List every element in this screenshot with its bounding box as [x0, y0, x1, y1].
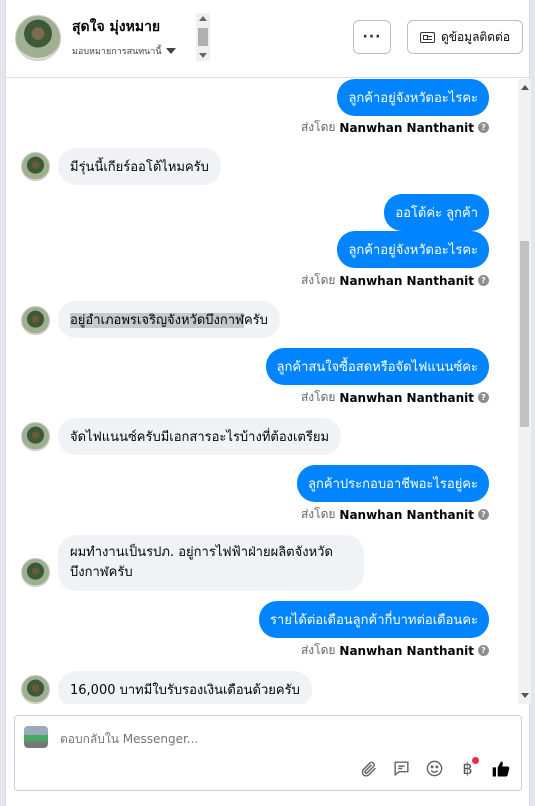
- thread-scrollbar[interactable]: [518, 79, 531, 704]
- outgoing-message[interactable]: ลูกค้าอยู่จังหวัดอะไรคะ: [337, 79, 489, 116]
- contact-card-icon: [419, 31, 435, 43]
- emoji-icon[interactable]: [424, 758, 445, 779]
- contact-message-avatar: [21, 152, 50, 181]
- reply-input[interactable]: [60, 732, 360, 746]
- highlighted-text: อยู่อำเภอพรเจริญจังหวัดบึงกาฬ: [70, 313, 244, 328]
- more-options-button[interactable]: ···: [353, 20, 391, 54]
- header-mini-scrollbar[interactable]: [196, 13, 210, 61]
- notification-dot: [472, 757, 479, 764]
- incoming-message[interactable]: 16,000 บาทมีใบรับรองเงินเดือนด้วยครับ: [58, 671, 312, 704]
- messenger-panel: สุดใจ มุ่งหมาย มอบหมายการสนทนานี้ ··· ดู…: [5, 0, 531, 806]
- assign-conversation-dropdown[interactable]: มอบหมายการสนทนานี้: [72, 44, 176, 58]
- sent-by-line: ส่งโดย Nanwhan Nanthanit ?: [301, 505, 489, 524]
- contact-message-avatar: [21, 422, 50, 451]
- scroll-up-arrow-icon[interactable]: [199, 16, 207, 21]
- sent-by-line: ส่งโดย Nanwhan Nanthanit ?: [301, 388, 489, 407]
- outgoing-message[interactable]: ลูกค้าประกอบอาชีพอะไรอยู่คะ: [297, 465, 489, 502]
- view-contact-info-label: ดูข้อมูลติดต่อ: [440, 29, 511, 44]
- assign-label: มอบหมายการสนทนานี้: [72, 47, 162, 57]
- sent-by-prefix: ส่งโดย: [300, 273, 336, 287]
- outgoing-message[interactable]: ออโต้ค่ะ ลูกค้า: [384, 194, 489, 231]
- sent-by-agent: Nanwhan Nanthanit: [339, 390, 474, 405]
- contact-message-avatar: [21, 558, 50, 587]
- outgoing-message[interactable]: รายได้ต่อเดือนลูกค้ากี่บาทต่อเดือนคะ: [258, 601, 489, 638]
- page-avatar: [24, 726, 48, 748]
- message-thread[interactable]: ลูกค้าอยู่จังหวัดอะไรคะ ส่งโดย Nanwhan N…: [6, 79, 517, 704]
- composer-toolbar: ฿: [358, 757, 511, 779]
- contact-message-avatar: [21, 306, 50, 335]
- attachment-icon[interactable]: [358, 758, 379, 779]
- sent-by-line: ส่งโดย Nanwhan Nanthanit ?: [301, 641, 489, 660]
- outgoing-message[interactable]: ลูกค้าอยู่จังหวัดอะไรคะ: [337, 231, 489, 268]
- message-text-rest: ครับ: [243, 313, 268, 328]
- incoming-message[interactable]: จัดไฟแนนซ์ครับมีเอกสารอะไรบ้างที่ต้องเตร…: [58, 418, 342, 455]
- scroll-up-arrow-icon[interactable]: [521, 85, 529, 90]
- sent-by-prefix: ส่งโดย: [300, 390, 336, 404]
- sent-by-prefix: ส่งโดย: [300, 507, 336, 521]
- incoming-message[interactable]: มีรุ่นนี้เกียร์ออโต้ไหมครับ: [58, 148, 221, 185]
- reply-composer: ฿: [14, 715, 522, 791]
- sent-by-prefix: ส่งโดย: [300, 643, 336, 657]
- caret-down-icon: [165, 48, 176, 54]
- sent-by-agent: Nanwhan Nanthanit: [339, 273, 474, 288]
- conversation-header: สุดใจ มุ่งหมาย มอบหมายการสนทนานี้ ··· ดู…: [6, 0, 529, 78]
- scroll-down-arrow-icon[interactable]: [199, 53, 207, 58]
- payment-icon[interactable]: ฿: [457, 757, 479, 779]
- help-icon[interactable]: ?: [478, 509, 489, 520]
- sent-by-line: ส่งโดย Nanwhan Nanthanit ?: [301, 118, 489, 137]
- outgoing-message[interactable]: ลูกค้าสนใจซื้อสดหรือจัดไฟแนนซ์คะ: [265, 348, 489, 385]
- sent-by-prefix: ส่งโดย: [300, 120, 336, 134]
- sent-by-agent: Nanwhan Nanthanit: [339, 120, 474, 135]
- saved-reply-icon[interactable]: [391, 758, 412, 779]
- scroll-thumb[interactable]: [520, 241, 529, 427]
- help-icon[interactable]: ?: [478, 122, 489, 133]
- sent-by-line: ส่งโดย Nanwhan Nanthanit ?: [301, 271, 489, 290]
- incoming-message[interactable]: ผมทำงานเป็นรปภ. อยู่การไฟฟ้าฝ่ายผลิตจังห…: [58, 535, 364, 591]
- view-contact-info-button[interactable]: ดูข้อมูลติดต่อ: [407, 20, 523, 54]
- scroll-thumb[interactable]: [198, 28, 208, 46]
- sent-by-agent: Nanwhan Nanthanit: [339, 643, 474, 658]
- contact-name[interactable]: สุดใจ มุ่งหมาย: [72, 16, 160, 38]
- sent-by-agent: Nanwhan Nanthanit: [339, 507, 474, 522]
- help-icon[interactable]: ?: [478, 275, 489, 286]
- incoming-message[interactable]: อยู่อำเภอพรเจริญจังหวัดบึงกาฬครับ: [58, 301, 280, 338]
- help-icon[interactable]: ?: [478, 392, 489, 403]
- contact-avatar[interactable]: [15, 15, 61, 61]
- like-icon[interactable]: [490, 758, 511, 779]
- scroll-down-arrow-icon[interactable]: [521, 693, 529, 698]
- contact-message-avatar: [21, 675, 50, 704]
- help-icon[interactable]: ?: [478, 645, 489, 656]
